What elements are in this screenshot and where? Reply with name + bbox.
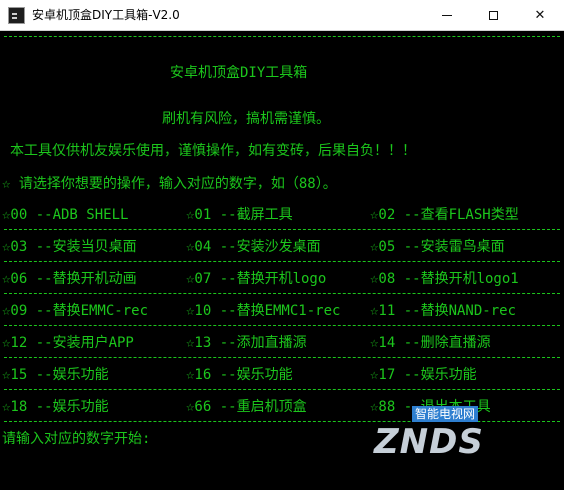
close-button[interactable]: ✕ bbox=[516, 0, 564, 31]
window-title: 安卓机顶盒DIY工具箱-V2.0 bbox=[32, 8, 180, 22]
maximize-icon bbox=[488, 11, 498, 20]
menu-item-11: ☆11 --替换NAND-rec bbox=[370, 303, 517, 319]
menu-item-12: ☆12 --安装用户APP bbox=[2, 335, 134, 351]
menu-item-00: ☆00 --ADB SHELL bbox=[2, 207, 129, 223]
watermark-text: ZNDS bbox=[374, 422, 484, 462]
separator-line bbox=[4, 325, 560, 326]
separator-line bbox=[4, 293, 560, 294]
menu-item-18: ☆18 --娱乐功能 bbox=[2, 399, 109, 415]
menu-item-09: ☆09 --替换EMMC-rec bbox=[2, 303, 149, 319]
menu-item-15: ☆15 --娱乐功能 bbox=[2, 367, 109, 383]
menu-item-07: ☆07 --替换开机logo bbox=[186, 271, 327, 287]
menu-item-06: ☆06 --替换开机动画 bbox=[2, 271, 137, 287]
close-icon: ✕ bbox=[534, 8, 546, 23]
menu-item-03: ☆03 --安装当贝桌面 bbox=[2, 239, 137, 255]
warning-text: 刷机有风险，搞机需谨慎。 bbox=[162, 111, 330, 127]
menu-item-01: ☆01 --截屏工具 bbox=[186, 207, 293, 223]
separator-line bbox=[4, 261, 560, 262]
title-bar[interactable]: 安卓机顶盒DIY工具箱-V2.0 ✕ bbox=[0, 0, 564, 31]
disclaimer-text: 本工具仅供机友娱乐使用，谨慎操作，如有变砖，后果自负！！！ bbox=[10, 143, 416, 159]
menu-item-17: ☆17 --娱乐功能 bbox=[370, 367, 477, 383]
menu-item-16: ☆16 --娱乐功能 bbox=[186, 367, 293, 383]
separator-line bbox=[4, 36, 560, 37]
menu-item-66: ☆66 --重启机顶盒 bbox=[186, 399, 307, 415]
menu-item-14: ☆14 --删除直播源 bbox=[370, 335, 491, 351]
menu-item-02: ☆02 --查看FLASH类型 bbox=[370, 207, 519, 223]
console-app-icon bbox=[8, 7, 25, 24]
console-header-title: 安卓机顶盒DIY工具箱 bbox=[170, 65, 308, 81]
separator-line bbox=[4, 357, 560, 358]
maximize-button[interactable] bbox=[470, 0, 516, 31]
menu-item-04: ☆04 --安装沙发桌面 bbox=[186, 239, 321, 255]
watermark-logo: 智能电视网 ZNDS bbox=[360, 402, 520, 462]
watermark-tag: 智能电视网 bbox=[412, 406, 479, 422]
console-window: 安卓机顶盒DIY工具箱-V2.0 ✕ 安卓机顶盒DIY工具箱 刷机有风险，搞机需… bbox=[0, 0, 564, 490]
menu-item-05: ☆05 --安装雷鸟桌面 bbox=[370, 239, 505, 255]
menu-item-08: ☆08 --替换开机logo1 bbox=[370, 271, 519, 287]
input-prompt: 请输入对应的数字开始: bbox=[2, 431, 151, 447]
separator-line bbox=[4, 389, 560, 390]
menu-item-13: ☆13 --添加直播源 bbox=[186, 335, 307, 351]
minimize-icon bbox=[442, 15, 452, 16]
instruction-text: ☆ 请选择你想要的操作，输入对应的数字，如（88）。 bbox=[2, 176, 337, 192]
menu-item-10: ☆10 --替换EMMC1-rec bbox=[186, 303, 341, 319]
separator-line bbox=[4, 229, 560, 230]
minimize-button[interactable] bbox=[424, 0, 470, 31]
